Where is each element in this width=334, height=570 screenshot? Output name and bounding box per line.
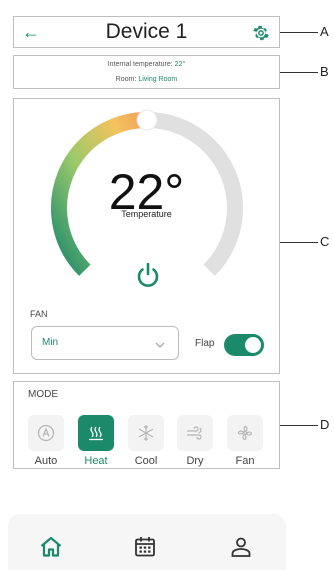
fan-icon xyxy=(227,415,263,451)
room-label: Room: xyxy=(115,76,137,83)
info-panel: Internal temperature: 22° Room: Living R… xyxy=(13,55,280,89)
chevron-down-icon xyxy=(154,338,166,350)
toggle-knob xyxy=(245,337,261,353)
mode-dry[interactable]: Dry xyxy=(176,415,214,467)
calendar-icon[interactable] xyxy=(132,534,158,560)
mode-heat[interactable]: Heat xyxy=(77,415,115,467)
mode-label: MODE xyxy=(28,389,58,400)
power-icon[interactable] xyxy=(132,259,164,291)
mode-dry-label: Dry xyxy=(186,455,204,467)
mode-cool[interactable]: Cool xyxy=(127,415,165,467)
gear-icon[interactable] xyxy=(251,23,271,43)
dial-knob xyxy=(136,109,158,131)
fan-speed-select[interactable]: Min xyxy=(31,326,179,360)
mode-cool-label: Cool xyxy=(134,455,158,467)
flap-toggle[interactable] xyxy=(224,334,264,356)
room-line: Room: Living Room xyxy=(14,76,279,83)
internal-temperature-value: 22° xyxy=(174,61,186,68)
internal-temperature-line: Internal temperature: 22° xyxy=(14,61,279,68)
mode-panel: MODE Auto Heat Cool Dry Fan xyxy=(13,381,280,469)
temperature-label: Temperature xyxy=(121,209,172,219)
fan-speed-value: Min xyxy=(42,337,59,348)
mode-auto[interactable]: Auto xyxy=(27,415,65,467)
callout-line-b xyxy=(280,72,318,73)
auto-icon xyxy=(28,415,64,451)
callout-line-c xyxy=(280,242,318,243)
callout-line-d xyxy=(280,425,318,426)
user-icon[interactable] xyxy=(228,534,254,560)
callout-d: D xyxy=(320,417,330,432)
dry-icon xyxy=(177,415,213,451)
mode-fan-label: Fan xyxy=(235,455,255,467)
heat-icon xyxy=(78,415,114,451)
bottom-navigation xyxy=(8,514,286,570)
callout-c: C xyxy=(320,234,330,249)
mode-heat-label: Heat xyxy=(84,455,108,467)
snowflake-icon xyxy=(128,415,164,451)
page-title: Device 1 xyxy=(105,20,188,43)
mode-auto-label: Auto xyxy=(34,455,58,467)
header-bar: ← Device 1 xyxy=(13,16,280,48)
room-value: Living Room xyxy=(138,76,178,83)
callout-b: B xyxy=(320,64,329,79)
home-icon[interactable] xyxy=(38,534,64,560)
callout-a: A xyxy=(320,24,329,39)
flap-label: Flap xyxy=(195,338,215,349)
callout-line-a xyxy=(280,32,318,33)
thermostat-panel: 22° Temperature FAN Min Flap xyxy=(13,98,280,374)
fan-label: FAN xyxy=(30,309,48,319)
mode-fan[interactable]: Fan xyxy=(226,415,264,467)
internal-temperature-label: Internal temperature: xyxy=(107,61,173,68)
